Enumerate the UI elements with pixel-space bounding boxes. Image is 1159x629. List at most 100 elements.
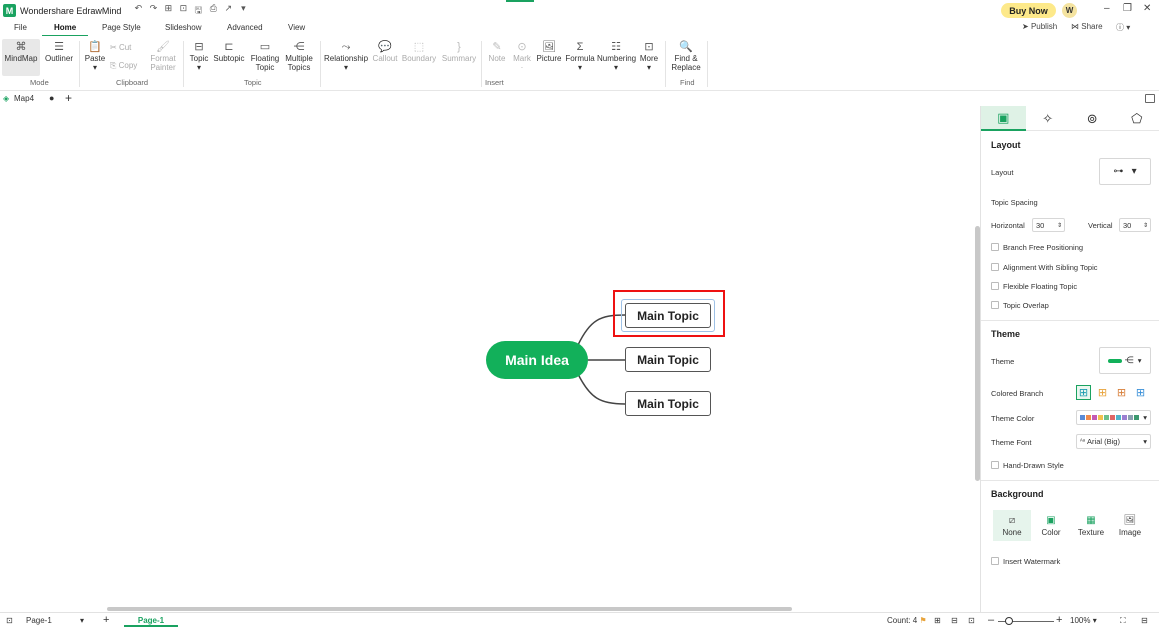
tab-settings-icon[interactable]: ⬠ [1115,106,1159,131]
zoom-in-icon[interactable]: + [1056,614,1062,626]
layout-heading: Layout [991,140,1021,150]
theme-dropdown-icon: ▾ [1137,356,1142,365]
bg-image-button[interactable]: 🖼 Image [1111,514,1149,537]
theme-color-swatch [1122,415,1127,420]
count-info-icon: ⚑ [919,616,927,625]
colored-branch-label: Colored Branch [991,389,1044,398]
bg-texture-button[interactable]: ▦ Texture [1072,514,1110,537]
outline-view-icon[interactable]: ⊟ [951,616,958,625]
flexible-floating-checkbox[interactable] [991,282,999,290]
branch-style-option-icon[interactable]: ⊞ [1133,385,1148,400]
bg-image-icon: 🖼 [1123,515,1137,526]
bg-texture-label: Texture [1077,528,1105,537]
horizontal-value: 30 [1036,220,1045,230]
alignment-sibling-checkbox[interactable] [991,263,999,271]
main-topic-2[interactable]: Main Topic [625,347,711,372]
tab-location-icon[interactable]: ⊚ [1070,106,1115,131]
publish-button[interactable]: ➤ Publish [1022,22,1057,31]
buy-now-button[interactable]: Buy Now [1001,3,1056,18]
watermark-checkbox[interactable] [991,557,999,565]
spinner-icon[interactable]: ⇕ [1143,222,1148,229]
add-page-icon[interactable]: + [103,614,109,626]
bg-texture-icon: ▦ [1086,515,1096,526]
page-view-icon[interactable]: ⊡ [6,616,13,625]
zoom-dropdown-icon: ▾ [1092,616,1097,625]
bg-color-icon: ▣ [1046,515,1056,526]
zoom-value: 100% [1070,616,1091,625]
panel-expand-icon[interactable]: ⊟ [1141,616,1148,625]
spinner-icon[interactable]: ⇕ [1057,222,1062,229]
page-dropdown-icon: ▾ [80,616,85,625]
branch-free-label: Branch Free Positioning [1003,243,1084,252]
hand-drawn-checkbox[interactable] [991,461,999,469]
highlight-box [613,290,725,337]
branch-style-option-icon[interactable]: ⊞ [1095,385,1110,400]
flexible-floating-label: Flexible Floating Topic [1003,282,1078,291]
theme-color-swatch [1086,415,1091,420]
hand-drawn-label: Hand-Drawn Style [1003,461,1064,470]
branch-style-option-icon[interactable]: ⊞ [1114,385,1129,400]
branch-free-checkbox[interactable] [991,243,999,251]
horizontal-spacing-input[interactable]: 30 ⇕ [1032,218,1065,232]
zoom-out-icon[interactable]: – [988,614,994,626]
theme-color-swatch [1098,415,1103,420]
vertical-spacing-input[interactable]: 30 ⇕ [1119,218,1151,232]
share-button[interactable]: ⋈ Share [1071,22,1103,31]
theme-font-select[interactable]: ᴬᵃ Arial (Big) ▾ [1076,434,1151,449]
theme-color-swatch [1128,415,1133,420]
close-icon[interactable]: ✕ [1143,3,1151,14]
share-label: Share [1081,22,1103,31]
main-topic-3[interactable]: Main Topic [625,391,711,416]
avatar[interactable]: W [1062,3,1077,18]
theme-preview-icon [1108,358,1123,363]
tab-page-format-icon[interactable]: ▣ [981,106,1026,131]
fullscreen-icon[interactable]: ⛶ [1120,616,1126,626]
topic-spacing-label: Topic Spacing [991,198,1038,207]
tab-style-icon[interactable]: ✧ [1026,106,1071,131]
layout-select[interactable]: ⊶ ▾ [1099,158,1151,185]
bg-color-button[interactable]: ▣ Color [1032,514,1070,537]
background-heading: Background [991,489,1044,499]
page-tab[interactable]: Page-1 [124,616,178,627]
help-button[interactable]: ⓘ? ▾ [1116,22,1130,33]
theme-color-dropdown-icon: ▾ [1143,413,1147,422]
theme-heading: Theme [991,329,1021,339]
restore-icon[interactable]: ❐ [1123,3,1132,14]
zoom-slider-handle[interactable] [1005,617,1013,625]
theme-font-value: Arial (Big) [1087,437,1120,446]
theme-color-swatch [1110,415,1115,420]
theme-color-select[interactable]: ▾ [1076,410,1151,425]
central-topic[interactable]: Main Idea [486,341,588,379]
fit-page-icon[interactable]: ⊞ [934,616,941,625]
status-bar: ⊡ Page-1 ▾ + Page-1 Count: 4 ⚑ ⊞ ⊟ ⊡ – + … [0,612,1159,629]
theme-font-label: Theme Font [991,438,1032,447]
theme-font-dropdown-icon: ▾ [1143,437,1147,446]
horizontal-scrollbar[interactable] [107,607,792,611]
minimize-icon[interactable]: – [1104,3,1110,14]
panel-toggle-icon[interactable] [1145,94,1155,103]
theme-select[interactable]: ⋲ ▾ [1099,347,1151,374]
branch-style-option-icon[interactable]: ⊞ [1076,385,1091,400]
theme-branch-icon: ⋲ [1124,355,1134,365]
divider [981,320,1159,321]
vertical-label: Vertical [1088,221,1113,230]
layout-label: Layout [991,168,1014,177]
watermark-label: Insert Watermark [1003,557,1061,566]
zoom-level[interactable]: 100% ▾ [1070,616,1097,625]
horizontal-label: Horizontal [991,221,1025,230]
theme-color-label: Theme Color [991,414,1035,423]
count-indicator: Count: 4 ⚑ [887,616,927,625]
alignment-sibling-label: Alignment With Sibling Topic [1003,263,1098,272]
layout-dropdown-icon: ▾ [1131,166,1137,177]
theme-label: Theme [991,357,1015,366]
connector-lines [577,314,626,405]
branch-line-3 [577,373,626,405]
page-select[interactable]: Page-1 ▾ [26,616,86,625]
publish-label: Publish [1030,22,1058,31]
panel-tabs: ▣ ✧ ⊚ ⬠ [981,106,1159,131]
bg-none-button[interactable]: ⧄ None [993,514,1031,537]
bg-color-label: Color [1041,528,1061,537]
topic-overlap-checkbox[interactable] [991,301,999,309]
fit-width-icon[interactable]: ⊡ [968,616,975,625]
bg-image-label: Image [1118,528,1142,537]
